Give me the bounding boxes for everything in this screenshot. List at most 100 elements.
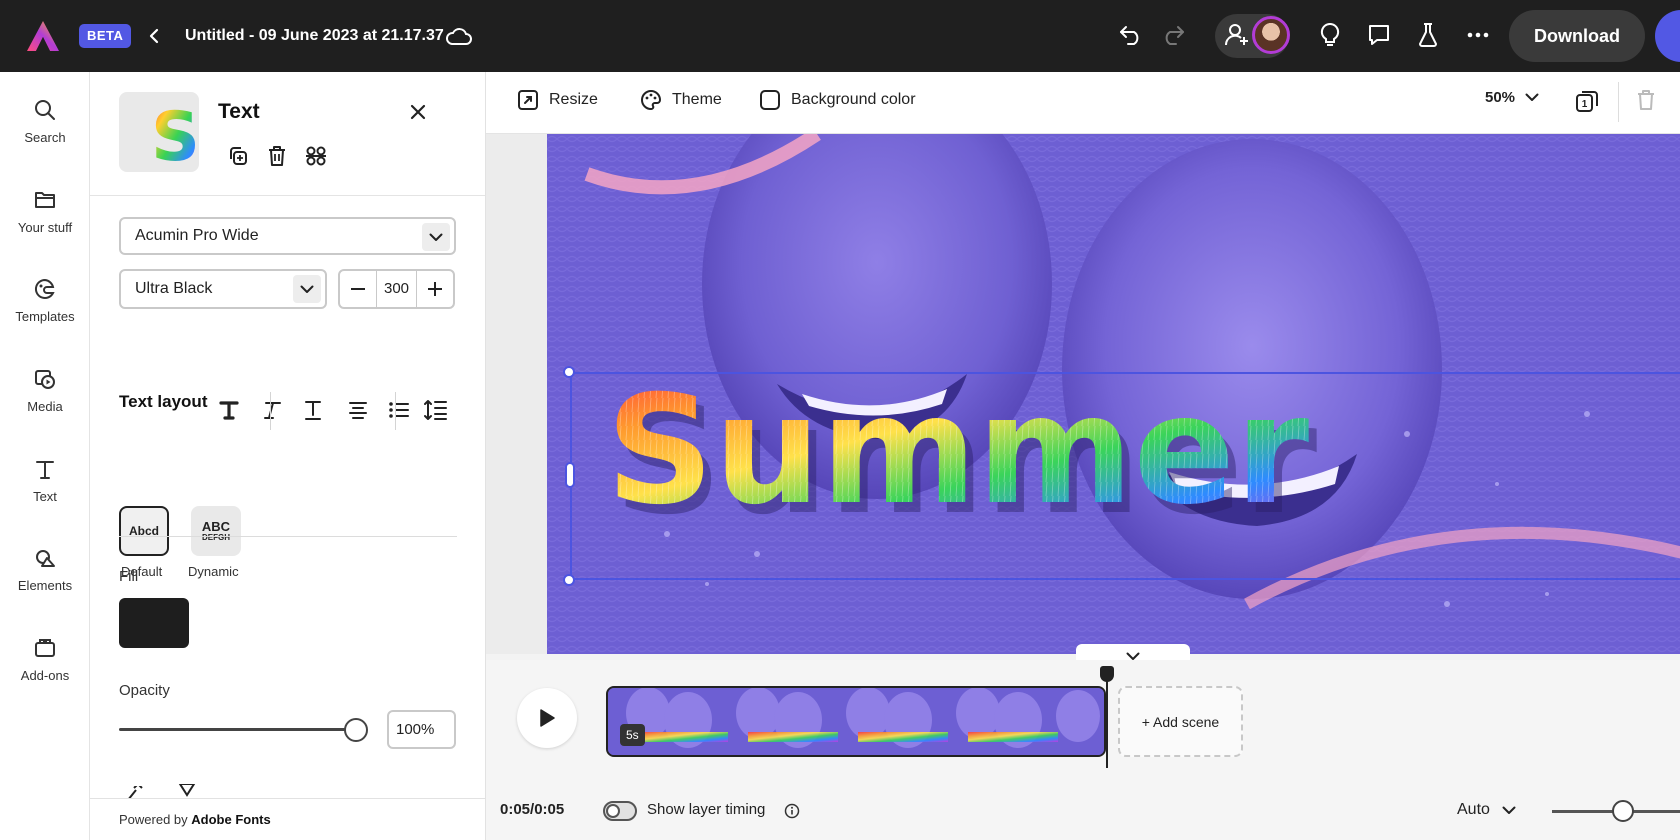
document-title[interactable]: Untitled - 09 June 2023 at 21.17.37 — [185, 24, 444, 48]
timeline-zoom-slider-thumb[interactable] — [1612, 800, 1634, 822]
lightbulb-icon[interactable] — [1316, 20, 1344, 50]
show-layer-timing-toggle[interactable] — [603, 801, 637, 821]
line-spacing-icon[interactable] — [421, 395, 451, 425]
cloud-icon[interactable] — [444, 22, 474, 50]
info-icon[interactable] — [783, 802, 801, 820]
align-center-icon[interactable] — [295, 395, 325, 425]
palette-icon — [641, 89, 662, 110]
font-size-stepper: 300 — [338, 269, 455, 309]
opacity-label: Opacity — [119, 682, 170, 699]
fill-label: Fill — [119, 568, 139, 585]
timeline-zoom-dropdown[interactable]: Auto — [1457, 801, 1516, 819]
layout-default-card[interactable]: Abcd — [119, 506, 169, 556]
align-center-text-icon[interactable] — [343, 395, 373, 425]
canvas-toolbar: Resize Theme Background color 50% 1 — [486, 72, 1680, 134]
font-weight-dropdown[interactable]: Ultra Black — [119, 269, 327, 309]
section-divider — [119, 536, 457, 537]
background-color-button[interactable]: Background color — [759, 89, 916, 111]
trash-icon — [1638, 90, 1654, 110]
theme-button[interactable]: Theme — [640, 89, 722, 111]
format-divider — [270, 392, 271, 430]
scene-filmstrip — [608, 688, 1104, 755]
adobe-express-logo[interactable] — [26, 20, 60, 52]
playhead-handle[interactable] — [1100, 666, 1114, 682]
effects-icon[interactable] — [126, 786, 146, 798]
add-scene-button[interactable]: + Add scene — [1118, 686, 1243, 757]
layout-dynamic-preview-sub: DEFGH — [202, 533, 230, 542]
search-icon — [35, 100, 55, 120]
color-swatch-icon — [760, 90, 780, 110]
resize-handle-bottom-left[interactable] — [563, 574, 575, 586]
user-avatar[interactable] — [1252, 16, 1290, 54]
rail-item-your-stuff[interactable]: Your stuff — [0, 188, 90, 235]
text-layout-heading: Text layout — [119, 392, 208, 411]
flask-icon[interactable] — [1413, 20, 1443, 50]
rail-item-elements[interactable]: Elements — [0, 546, 90, 593]
invite-user-icon[interactable] — [1223, 21, 1251, 49]
chevron-down-icon — [1525, 93, 1539, 101]
trash-icon[interactable] — [263, 142, 291, 170]
chevron-down-icon — [1502, 806, 1516, 814]
pages-button[interactable]: 1 — [1575, 89, 1609, 113]
fill-color-swatch[interactable] — [119, 598, 189, 648]
shape-icon[interactable] — [177, 784, 197, 798]
rail-label-search: Search — [24, 130, 66, 145]
redo-icon[interactable] — [1158, 20, 1188, 50]
share-button[interactable] — [1655, 10, 1680, 62]
font-family-value: Acumin Pro Wide — [135, 227, 259, 244]
pages-icon: 1 — [1576, 91, 1598, 112]
top-bar: BETA Untitled - 09 June 2023 at 21.17.37… — [0, 0, 1680, 72]
rail-label-text: Text — [33, 489, 57, 504]
italic-text-icon[interactable] — [256, 395, 286, 425]
page-count: 1 — [1582, 99, 1588, 110]
rail-item-add-ons[interactable]: Add-ons — [0, 636, 90, 683]
resize-button[interactable]: Resize — [517, 89, 598, 111]
selected-element-thumbnail: S — [119, 92, 199, 172]
playhead-line — [1106, 668, 1108, 768]
comment-icon[interactable] — [1364, 20, 1394, 50]
rail-item-search[interactable]: Search — [0, 98, 90, 145]
undo-icon[interactable] — [1116, 20, 1146, 50]
more-options-icon[interactable] — [1463, 20, 1493, 50]
addons-icon — [35, 639, 55, 657]
resize-handle-top-left[interactable] — [563, 366, 575, 378]
ungroup-icon[interactable] — [302, 142, 330, 170]
opacity-slider-thumb[interactable] — [344, 718, 368, 742]
powered-brand: Adobe Fonts — [191, 812, 271, 827]
text-icon — [36, 461, 54, 479]
chevron-down-icon — [422, 223, 450, 251]
close-icon[interactable] — [406, 100, 430, 124]
opacity-slider-track[interactable] — [119, 728, 355, 731]
download-button[interactable]: Download — [1509, 10, 1645, 62]
text-selection-box[interactable] — [570, 372, 1680, 580]
left-rail: Search Your stuff Templates Media Text E… — [0, 72, 90, 840]
play-button[interactable] — [517, 688, 577, 748]
opacity-input[interactable]: 100% — [387, 710, 456, 749]
delete-page-button[interactable] — [1636, 89, 1666, 111]
scene-clip[interactable]: 5s — [606, 686, 1106, 757]
font-family-dropdown[interactable]: Acumin Pro Wide — [119, 217, 456, 255]
bullet-list-icon[interactable] — [384, 395, 414, 425]
rail-label-elements: Elements — [17, 578, 73, 593]
chevron-down-icon — [293, 275, 321, 303]
rail-item-text[interactable]: Text — [0, 457, 90, 504]
header-divider — [90, 195, 485, 196]
format-divider — [395, 392, 396, 430]
font-size-decrease-button[interactable] — [340, 271, 376, 307]
zoom-dropdown[interactable]: 50% — [1485, 89, 1549, 106]
font-size-input[interactable]: 300 — [376, 271, 417, 307]
rail-item-templates[interactable]: Templates — [0, 277, 90, 324]
templates-icon — [34, 278, 55, 299]
bold-text-icon[interactable] — [214, 395, 244, 425]
layout-dynamic-card[interactable]: ABC DEFGH — [191, 506, 241, 556]
duplicate-icon[interactable] — [224, 142, 252, 170]
beta-badge: BETA — [79, 24, 132, 48]
rail-item-media[interactable]: Media — [0, 367, 90, 414]
play-icon — [540, 709, 555, 727]
text-properties-panel: S Text Acumin Pro Wide Ultra Black 300 T… — [90, 72, 486, 840]
back-chevron-icon[interactable] — [140, 22, 168, 50]
background-color-label: Background color — [791, 91, 916, 108]
zoom-value: 50% — [1485, 89, 1516, 106]
font-size-increase-button[interactable] — [417, 271, 453, 307]
resize-handle-left[interactable] — [565, 462, 575, 488]
